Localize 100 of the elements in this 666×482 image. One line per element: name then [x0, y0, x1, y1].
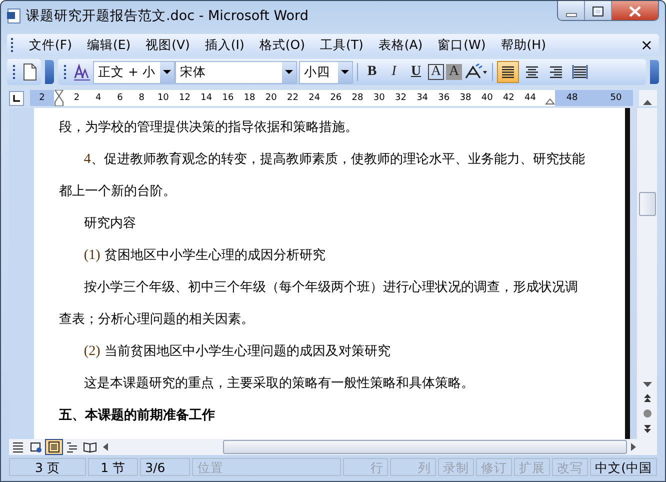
align-justify-icon — [500, 64, 516, 80]
status-field: 列 — [390, 458, 436, 476]
paragraph-line: 这是本课题研究的重点，主要采取的策略有一般性策略和具体策略。 — [82, 375, 475, 393]
new-document-icon[interactable] — [22, 63, 38, 81]
paragraph-line: 研究内容 — [82, 215, 137, 233]
ruler-number: 14 — [200, 93, 214, 103]
status-field: 3 页 — [9, 458, 86, 476]
vertical-scrollbar[interactable] — [636, 108, 657, 439]
font-size-dropdown[interactable]: 小四 — [299, 60, 353, 84]
close-icon — [627, 4, 643, 18]
scroll-thumb[interactable] — [223, 440, 627, 454]
ruler-number: 22 — [286, 93, 300, 103]
close-button[interactable] — [612, 1, 658, 20]
window-title: 课题研究开题报告范文.doc - Microsoft Word — [26, 7, 310, 25]
shade-button[interactable]: A — [446, 64, 462, 80]
normal-view-icon — [11, 440, 25, 454]
paragraph-line: (2) 当前贫困地区中小学生心理问题的成因及对策研究 — [82, 343, 392, 361]
toolbar-options-button[interactable] — [650, 60, 659, 84]
status-field: 扩展 — [514, 458, 550, 476]
status-field: 中文(中国 — [590, 458, 657, 476]
scroll-thumb[interactable] — [638, 192, 656, 216]
menu-item[interactable]: 窗口(W) — [432, 34, 492, 56]
ruler-number: 16 — [221, 93, 235, 103]
align-right-icon — [548, 64, 564, 80]
ruler-number: 8 — [138, 93, 146, 103]
indent-marker-icon[interactable] — [54, 90, 64, 106]
ruler-number: 34 — [416, 93, 430, 103]
ruler-number: 50 — [610, 93, 622, 103]
menu-item[interactable]: 插入(I) — [198, 34, 250, 56]
ruler-number: 28 — [350, 93, 364, 103]
toolbar-options-button[interactable] — [45, 60, 54, 84]
ruler-number: 20 — [264, 93, 278, 103]
ruler-number: 2 — [39, 93, 45, 103]
reading-view-icon — [83, 440, 97, 454]
paragraph-line: 4、促进教师教育观念的转变，提高教师素质，使教师的理论水平、业务能力、研究技能 — [82, 151, 586, 169]
ruler-number: 40 — [480, 93, 494, 103]
ruler-number: 10 — [156, 93, 170, 103]
status-field: 行 — [342, 458, 388, 476]
menu-item[interactable]: 工具(T) — [314, 34, 370, 56]
ruler-number: 18 — [242, 93, 256, 103]
outline-view-icon — [65, 440, 79, 454]
next-page-icon[interactable] — [642, 424, 652, 433]
maximize-icon — [590, 4, 606, 18]
ruler-number: 4 — [94, 93, 102, 103]
ruler-number: 30 — [372, 93, 386, 103]
status-field: 位置 — [192, 458, 341, 476]
style-dropdown[interactable]: 正文 + 小 — [93, 60, 175, 84]
status-field: 改写 — [552, 458, 588, 476]
paragraph-line: 段，为学校的管理提供决策的指导依据和策略措施。 — [58, 119, 359, 137]
styles-icon[interactable] — [73, 63, 91, 81]
previous-page-icon[interactable] — [642, 394, 652, 403]
ruler-number: 24 — [308, 93, 322, 103]
document-icon — [7, 8, 22, 24]
paragraph-line: 都上一个新的台阶。 — [58, 183, 177, 201]
print-view-icon — [47, 440, 61, 454]
status-field: 3/6 — [140, 458, 190, 476]
minimize-icon — [566, 12, 576, 16]
align-center-icon — [524, 64, 540, 80]
border-button[interactable]: A — [428, 64, 444, 80]
scroll-right-icon[interactable] — [631, 443, 637, 451]
menu-item[interactable]: 表格(A) — [372, 34, 429, 56]
scroll-up-button[interactable] — [639, 90, 657, 106]
print-view-button[interactable] — [45, 439, 63, 455]
ruler-number: 26 — [329, 93, 343, 103]
status-field: 修订 — [476, 458, 512, 476]
menu-item[interactable]: 帮助(H) — [494, 34, 552, 56]
ruler-number: 6 — [116, 93, 124, 103]
paragraph-line: 按小学三个年级、初中三个年级（每个年级两个班）进行心理状况的调查，形成状况调 — [82, 279, 579, 297]
underline-button[interactable]: U — [406, 62, 426, 82]
highlight-icon[interactable] — [464, 63, 488, 81]
font-dropdown[interactable]: 宋体 — [175, 60, 297, 84]
web-view-icon — [29, 440, 43, 454]
paragraph-line: (1) 贫困地区中小学生心理的成因分析研究 — [82, 247, 326, 265]
scroll-left-icon[interactable] — [103, 443, 109, 451]
menu-item[interactable]: 视图(V) — [140, 34, 196, 56]
maximize-button[interactable] — [585, 1, 612, 20]
ruler-number: 32 — [394, 93, 408, 103]
status-field: 录制 — [438, 458, 474, 476]
ruler-number: 38 — [458, 93, 472, 103]
ruler-number: 12 — [178, 93, 192, 103]
status-field: 1 节 — [88, 458, 138, 476]
tab-stop-icon[interactable] — [9, 90, 24, 106]
align-justify-button[interactable] — [497, 61, 519, 83]
bold-button[interactable]: B — [362, 62, 382, 82]
scroll-down-icon[interactable] — [642, 382, 652, 388]
menu-item[interactable]: 格式(O) — [253, 34, 311, 56]
scroll-up-icon — [643, 99, 652, 105]
ruler-number: 48 — [566, 93, 578, 103]
ruler-number: 42 — [502, 93, 516, 103]
menu-item[interactable]: 编辑(E) — [80, 34, 137, 56]
ruler-number: 44 — [524, 93, 537, 103]
close-document-button[interactable]: × — [640, 36, 653, 54]
browse-object-icon[interactable] — [642, 409, 652, 418]
ruler-number: 2 — [72, 93, 81, 103]
menu-item[interactable]: 文件(F) — [23, 34, 78, 56]
ruler-number: 36 — [437, 93, 451, 103]
section-heading: 五、本课题的前期准备工作 — [58, 407, 216, 425]
align-distributed-icon — [572, 64, 588, 80]
minimize-button[interactable] — [558, 1, 585, 20]
italic-button[interactable]: I — [384, 62, 404, 82]
